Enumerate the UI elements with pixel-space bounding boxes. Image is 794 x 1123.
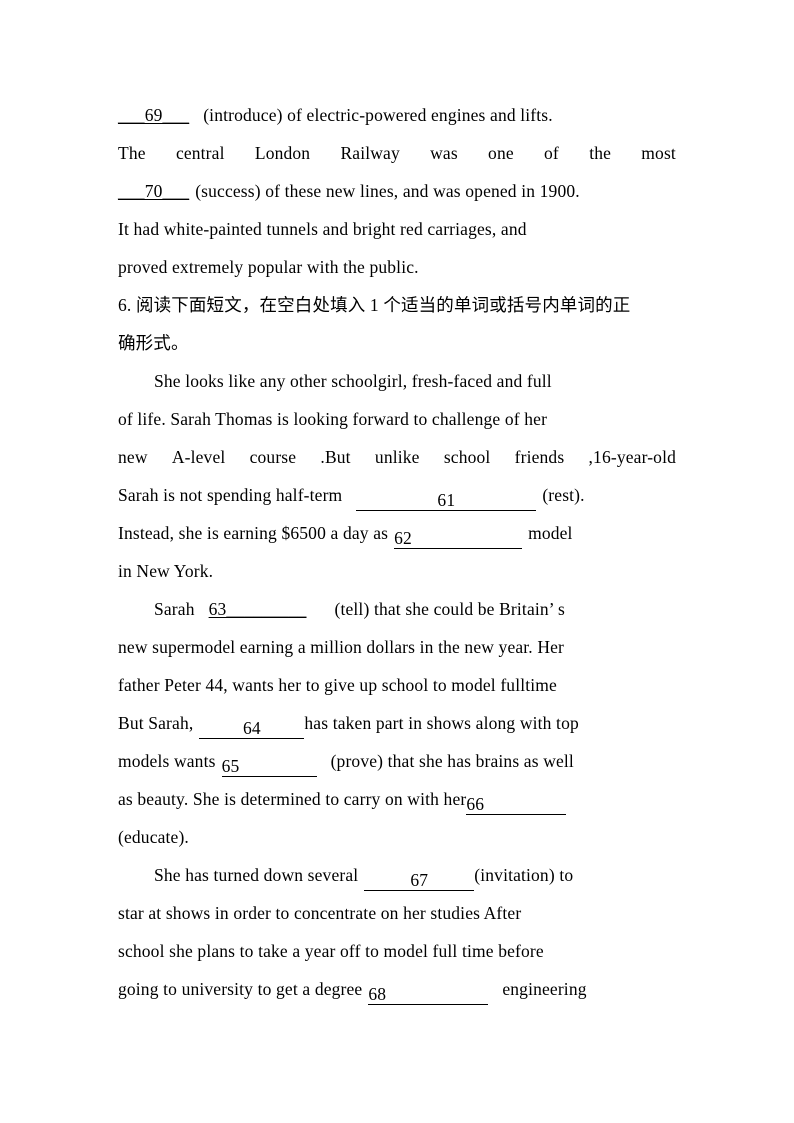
passage2-p3-line-1: She has turned down several 67 (invitation… <box>118 856 676 894</box>
word: London <box>254 143 311 163</box>
passage2-p1-text-6: in New York. <box>118 561 214 581</box>
blank-67[interactable]: 67 <box>364 865 475 891</box>
passage2-p1-line-6: in New York. <box>118 552 676 590</box>
passage2-p1-line-4: Sarah is not spending half-term 61 (rest). <box>118 476 676 514</box>
instruction-line-1: 6. 阅读下面短文，在空白处填入 1 个适当的单词或括号内单词的正 <box>118 286 676 324</box>
word: unlike <box>374 447 420 467</box>
passage2-p1-text-2: of life. Sarah Thomas is looking forward… <box>118 409 548 429</box>
blank-66[interactable]: 66 <box>466 789 567 815</box>
word: Railway <box>340 143 400 163</box>
passage2-p2-text-6a: as beauty. She is determined to carry on… <box>118 789 467 809</box>
passage1-line-1: ___69___ (introduce) of electric-powered … <box>118 96 676 134</box>
passage2-p2-text-1a: Sarah <box>154 599 195 619</box>
passage2-p3-line-4: going to university to get a degree 68 eng… <box>118 970 676 1008</box>
blank-62[interactable]: 62 <box>394 523 523 549</box>
blank-70[interactable]: ___70___ <box>118 181 189 201</box>
word: was <box>430 143 458 163</box>
passage2-p2-line-7: (educate). <box>118 818 676 856</box>
passage2-p1-text-5a: Instead, she is earning $6500 a day as <box>118 523 389 543</box>
document-text-block: ___69___ (introduce) of electric-powered … <box>118 96 676 1008</box>
passage2-p3-text-4a: going to university to get a degree <box>118 979 363 999</box>
passage1-line-4-text: It had white-painted tunnels and bright … <box>118 219 527 239</box>
passage2-p1-line-2: of life. Sarah Thomas is looking forward… <box>118 400 676 438</box>
passage2-p3-line-2: star at shows in order to concentrate on… <box>118 894 676 932</box>
word: new <box>118 447 148 467</box>
passage1-line-3-text: (success) of these new lines, and was op… <box>195 181 580 201</box>
passage2-p2-line-5: models wants 65 (prove) that she has brain… <box>118 742 676 780</box>
passage1-line-2: The central London Railway was one of th… <box>118 134 676 172</box>
document-page: ___69___ (introduce) of electric-powered … <box>0 0 794 1123</box>
passage2-p2-line-4: But Sarah, 64 has taken part in shows alon… <box>118 704 676 742</box>
passage2-p2-line-2: new supermodel earning a million dollars… <box>118 628 676 666</box>
passage2-p2-line-6: as beauty. She is determined to carry on… <box>118 780 676 818</box>
passage2-p2-text-1b: (tell) that she could be Britain’ s <box>334 599 565 619</box>
passage2-p2-text-7: (educate). <box>118 827 189 847</box>
passage2-p3-text-2: star at shows in order to concentrate on… <box>118 903 522 923</box>
passage2-p2-text-4b: has taken part in shows along with top <box>304 713 579 733</box>
passage2-p1-line-3: new A-level course .But unlike school fr… <box>118 438 676 476</box>
instruction-line-2: 确形式。 <box>118 324 676 362</box>
word: central <box>175 143 225 163</box>
word: the <box>589 143 612 163</box>
passage2-p1-text-5b: model <box>528 523 573 543</box>
passage2-p1-text-4a: Sarah is not spending half-term <box>118 485 343 505</box>
passage2-p1-text-1: She looks like any other schoolgirl, fre… <box>154 371 552 391</box>
passage2-p2-text-5a: models wants <box>118 751 216 771</box>
passage2-p1-line-5: Instead, she is earning $6500 a day as 62… <box>118 514 676 552</box>
word: course <box>249 447 297 467</box>
word: most <box>641 143 676 163</box>
passage2-p3-line-3: school she plans to take a year off to m… <box>118 932 676 970</box>
blank-64[interactable]: 64 <box>199 713 305 739</box>
passage2-p2-text-5b: (prove) that she has brains as well <box>330 751 574 771</box>
word: one <box>488 143 514 163</box>
blank-61[interactable]: 61 <box>356 485 537 511</box>
passage2-p2-text-4a: But Sarah, <box>118 713 194 733</box>
blank-63[interactable]: 63_________ <box>209 599 307 619</box>
blank-69[interactable]: ___69___ <box>118 105 189 125</box>
word: The <box>118 143 146 163</box>
passage2-p3-text-1a: She has turned down several <box>154 865 359 885</box>
blank-65[interactable]: 65 <box>221 751 317 777</box>
passage1-line-5: proved extremely popular with the public… <box>118 248 676 286</box>
instruction-text-2: 确形式。 <box>118 333 189 353</box>
word: ,16-year-old <box>588 447 676 467</box>
passage2-p3-text-1b: (invitation) to <box>474 865 574 885</box>
passage1-line-1-text: (introduce) of electric-powered engines … <box>203 105 553 125</box>
passage2-p3-text-4b: engineering <box>502 979 587 999</box>
blank-68[interactable]: 68 <box>368 979 489 1005</box>
passage2-p2-text-2: new supermodel earning a million dollars… <box>118 637 565 657</box>
passage1-line-4: It had white-painted tunnels and bright … <box>118 210 676 248</box>
passage2-p1-line-1: She looks like any other schoolgirl, fre… <box>118 362 676 400</box>
word: school <box>443 447 491 467</box>
passage2-p2-text-3: father Peter 44, wants her to give up sc… <box>118 675 557 695</box>
instruction-text-1: 6. 阅读下面短文，在空白处填入 1 个适当的单词或括号内单词的正 <box>118 295 631 315</box>
word: A-level <box>171 447 226 467</box>
passage2-p1-text-4b: (rest). <box>542 485 585 505</box>
passage1-line-5-text: proved extremely popular with the public… <box>118 257 419 277</box>
passage2-p2-line-3: father Peter 44, wants her to give up sc… <box>118 666 676 704</box>
passage1-line-3: ___70___ (success) of these new lines, an… <box>118 172 676 210</box>
word: friends <box>514 447 565 467</box>
passage2-p3-text-3: school she plans to take a year off to m… <box>118 941 544 961</box>
word: .But <box>320 447 351 467</box>
passage2-p2-line-1: Sarah 63_________ (tell) that she could be… <box>118 590 676 628</box>
word: of <box>544 143 559 163</box>
